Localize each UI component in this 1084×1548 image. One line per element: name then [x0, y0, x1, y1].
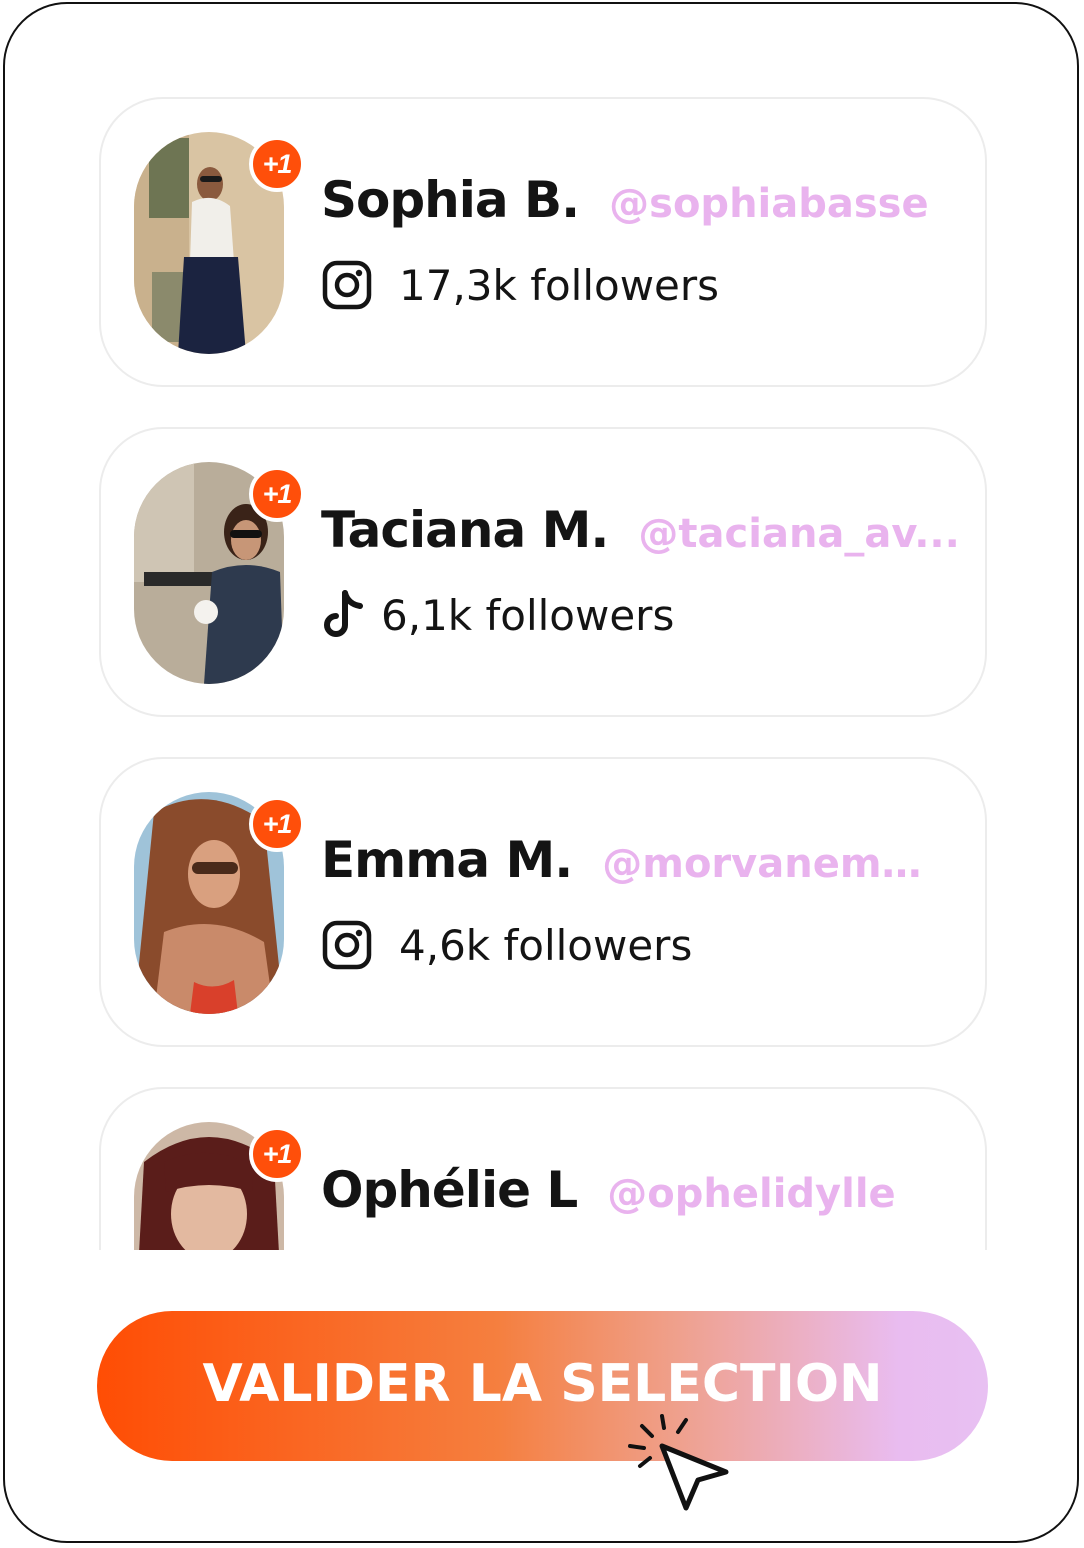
validate-selection-button[interactable]: VALIDER LA SELECTION — [97, 1311, 988, 1461]
influencer-handle[interactable]: @sophiabasse — [609, 181, 928, 227]
follower-count: 4,6k followers — [399, 920, 693, 970]
plus-one-badge: +1 — [249, 1126, 305, 1182]
influencer-card[interactable]: +1 Sophia B. @sophiabasse 17,3k follower… — [99, 97, 987, 387]
influencer-name: Emma M. — [321, 831, 573, 889]
plus-one-badge: +1 — [249, 466, 305, 522]
tiktok-icon — [324, 590, 363, 637]
influencer-name: Ophélie L — [321, 1161, 578, 1219]
influencer-card[interactable]: +1 Emma M. @morvanemma 4,6k followers — [99, 757, 987, 1047]
instagram-icon — [322, 260, 372, 310]
follower-count: 17,3k followers — [399, 260, 720, 310]
influencer-name: Taciana M. — [321, 501, 609, 559]
influencer-handle[interactable]: @ophelidylle — [607, 1171, 895, 1217]
influencer-handle[interactable]: @taciana_av... — [638, 511, 959, 557]
plus-one-badge: +1 — [249, 796, 305, 852]
plus-one-badge: +1 — [249, 136, 305, 192]
influencer-card[interactable]: +1 Taciana M. @taciana_av... 6,1k follow… — [99, 427, 987, 717]
influencer-handle[interactable]: @morvanemma — [602, 841, 932, 887]
instagram-icon — [322, 920, 372, 970]
follower-count: 6,1k followers — [381, 590, 675, 640]
influencer-list: +1 Sophia B. @sophiabasse 17,3k follower… — [0, 0, 1084, 1250]
influencer-name: Sophia B. — [321, 171, 580, 229]
influencer-card[interactable]: +1 Ophélie L @ophelidylle — [99, 1087, 987, 1250]
